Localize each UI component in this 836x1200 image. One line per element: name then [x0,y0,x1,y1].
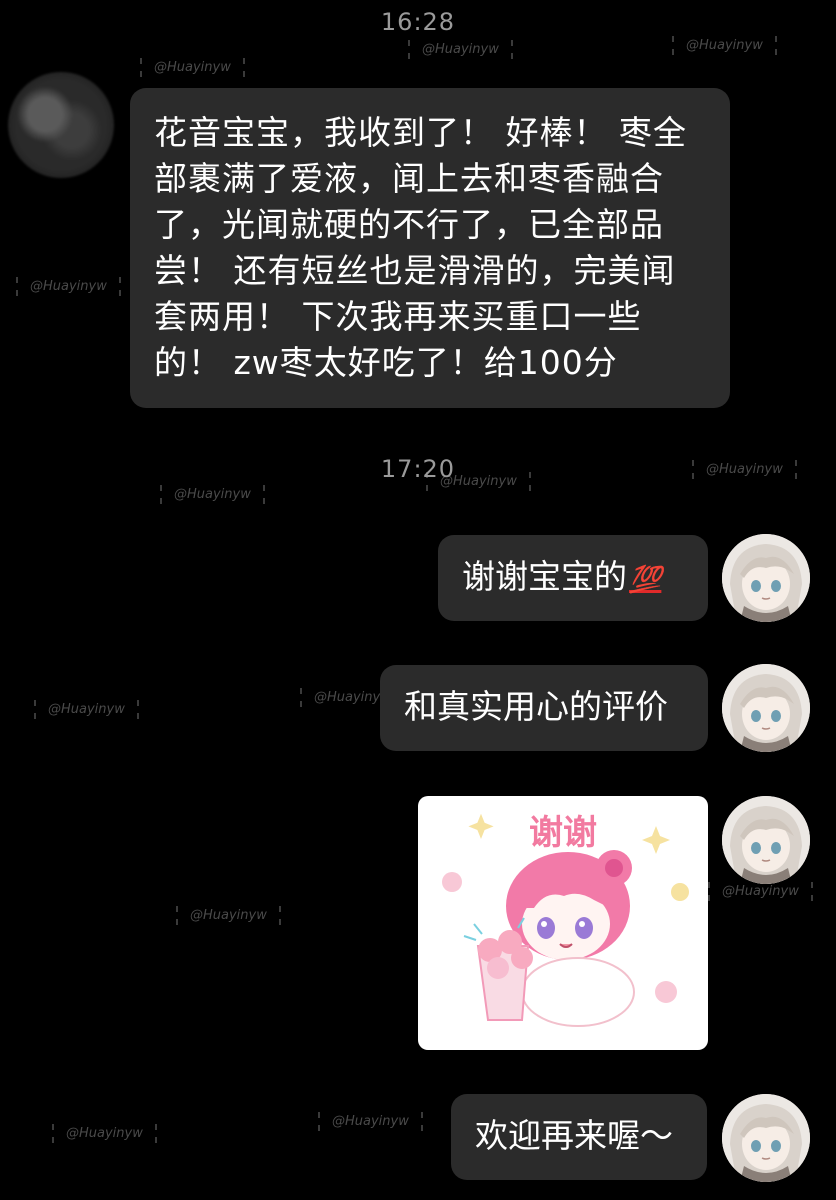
watermark: @Huayinyw [672,36,777,55]
message-text: 欢迎再来喔～ [475,1116,673,1155]
timestamp: 17:20 [380,455,456,483]
watermark: @Huayinyw [140,58,245,77]
watermark: @Huayinyw [318,1112,423,1131]
watermark: @Huayinyw [708,882,813,901]
watermark: @Huayinyw [160,485,265,504]
watermark: @Huayinyw [16,277,121,296]
outgoing-message-bubble[interactable]: 和真实用心的评价 [380,665,708,751]
own-avatar[interactable] [722,664,810,752]
hundred-points-icon: 💯 [629,565,662,595]
message-text: 和真实用心的评价 [404,687,668,726]
watermark: @Huayinyw [34,700,139,719]
incoming-message-bubble[interactable]: 花音宝宝，我收到了！ 好棒！ 枣全部裹满了爱液，闻上去和枣香融合了，光闻就硬的不… [130,88,730,408]
message-text: 谢谢宝宝的 [462,557,627,596]
sender-avatar[interactable] [8,72,114,178]
watermark: @Huayinyw [176,906,281,925]
thank-you-sticker[interactable]: 谢谢 [418,796,708,1050]
watermark: @Huayinyw [52,1124,157,1143]
own-avatar[interactable] [722,1094,810,1182]
own-avatar[interactable] [722,796,810,884]
outgoing-message-bubble[interactable]: 谢谢宝宝的💯 [438,535,708,621]
watermark: @Huayinyw [408,40,513,59]
own-avatar[interactable] [722,534,810,622]
sticker-caption: 谢谢 [529,813,597,853]
timestamp: 16:28 [380,8,456,36]
outgoing-message-bubble[interactable]: 欢迎再来喔～ [451,1094,707,1180]
